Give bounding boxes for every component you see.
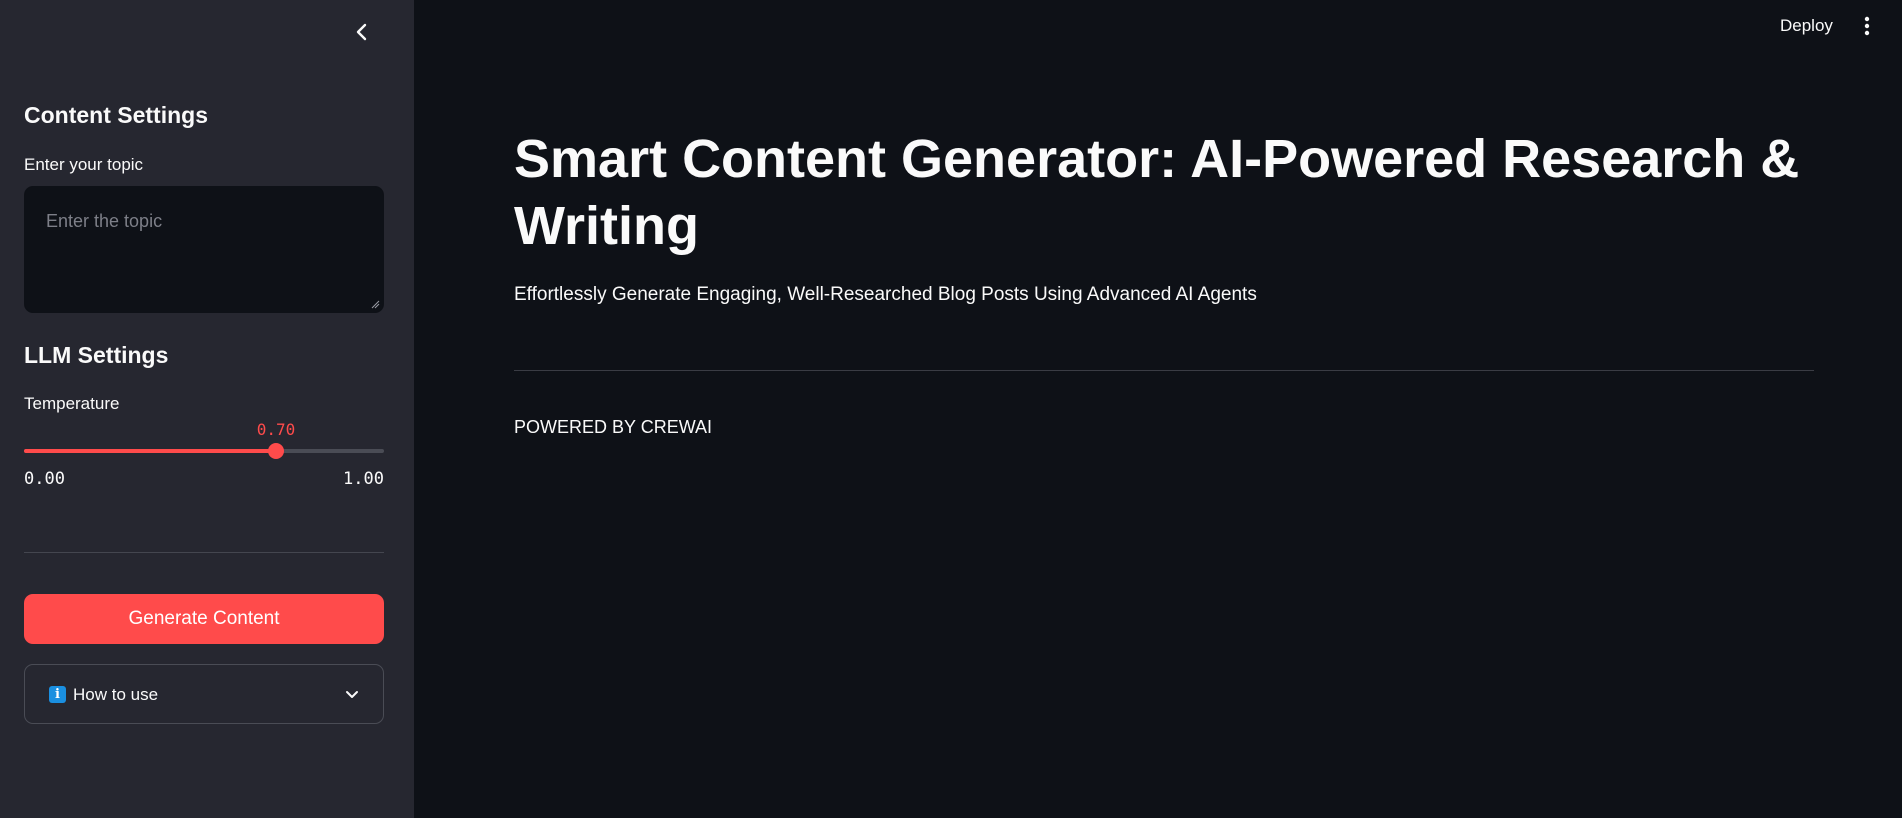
how-to-use-label: How to use [73,685,159,704]
slider-min-label: 0.00 [24,469,65,489]
slider-value: 0.70 [256,420,296,439]
powered-by-text: POWERED BY CREWAI [514,417,713,437]
llm-settings-heading: LLM Settings [24,342,169,368]
topic-textarea[interactable]: Enter the topic [24,186,384,313]
sidebar: Content Settings Enter your topic Enter … [0,0,414,818]
topic-placeholder: Enter the topic [46,211,163,231]
kebab-menu-icon [1864,16,1870,36]
deploy-button[interactable]: Deploy [1780,16,1833,36]
chevron-down-icon [346,691,358,698]
main-divider [514,370,1814,371]
slider-thumb[interactable] [268,443,284,459]
app-root: Content Settings Enter your topic Enter … [0,0,1902,818]
sidebar-divider [24,552,384,553]
generate-content-button[interactable]: Generate Content [24,594,384,644]
page-subtitle: Effortlessly Generate Engaging, Well-Res… [514,284,1257,305]
topic-label: Enter your topic [24,155,144,174]
info-icon: i [49,686,66,703]
chevron-left-icon [356,23,367,41]
slider-fill [24,449,276,453]
temperature-label: Temperature [24,394,120,413]
slider-max-label: 1.00 [343,469,384,489]
page-title: Smart Content Generator: AI-Powered Rese… [514,129,1800,256]
main-menu-button[interactable] [1856,14,1878,38]
collapse-sidebar-button[interactable] [348,18,376,46]
content-settings-heading: Content Settings [24,102,208,128]
temperature-slider[interactable]: 0.70 0.00 1.00 [24,414,384,490]
how-to-use-expander[interactable]: i How to use [24,664,384,724]
resize-grip-icon[interactable] [371,300,380,309]
